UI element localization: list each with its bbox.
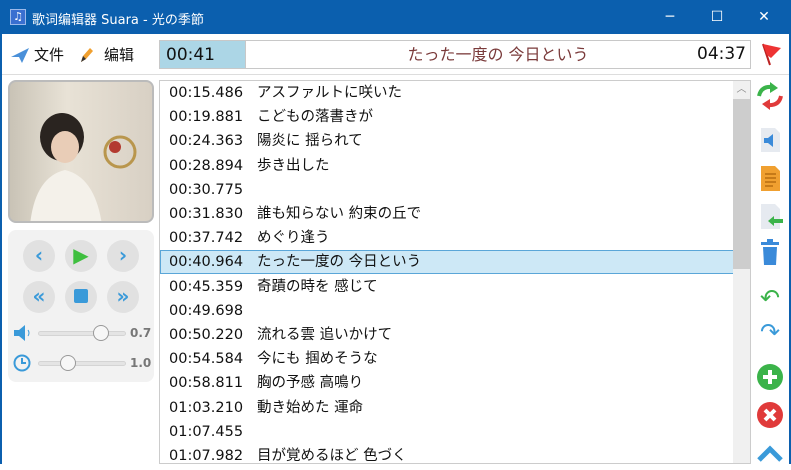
- lyric-row[interactable]: 00:45.359 奇蹟の時を 感じて: [160, 275, 734, 299]
- title-bar: ♫ 歌词编辑器 Suara - 光の季節 ─ ☐ ✕: [0, 0, 791, 34]
- delete-icon[interactable]: [756, 401, 784, 429]
- lyric-text: こどもの落書きが: [257, 109, 373, 126]
- lyric-time: 00:40.964: [169, 254, 244, 271]
- lyric-text: アスファルトに咲いた: [257, 85, 402, 101]
- lyric-time: 00:28.894: [169, 157, 244, 174]
- lyric-time: 00:30.775: [169, 181, 244, 198]
- scroll-up-icon[interactable]: ︿: [733, 81, 750, 99]
- lyric-row[interactable]: 00:19.881 こどもの落書きが: [160, 105, 734, 129]
- music-note-icon: ♫: [10, 9, 26, 25]
- close-button[interactable]: ✕: [749, 6, 779, 28]
- play-button[interactable]: ▶: [65, 240, 97, 272]
- lyric-text: たった一度の 今日という: [257, 254, 422, 271]
- scrollbar-thumb[interactable]: [733, 99, 750, 269]
- lyric-time: 00:45.359: [169, 278, 244, 295]
- add-icon[interactable]: [756, 363, 784, 391]
- lyric-row[interactable]: 00:24.363 陽炎に 揺られて: [160, 129, 734, 153]
- lyrics-list[interactable]: 01:07.982 目が覚めるほど 色づく 01:07.455 01:03.210 動き…: [159, 80, 751, 464]
- current-time: 00:41: [159, 40, 246, 69]
- lyric-time: 00:49.698: [169, 302, 244, 319]
- redo-icon[interactable]: ↷: [756, 318, 784, 346]
- lyric-row[interactable]: 00:28.894 歩き出した: [160, 154, 734, 178]
- lyric-row[interactable]: 00:49.698: [160, 299, 734, 323]
- window-title: 歌词编辑器 Suara - 光の季節: [32, 13, 204, 28]
- lyric-time: 00:19.881: [169, 109, 244, 126]
- lyric-row[interactable]: 00:15.486 アスファルトに咲いた: [160, 81, 734, 105]
- menu-file-label: 文件: [34, 46, 65, 64]
- volume-slider-knob[interactable]: [92, 325, 109, 341]
- lyric-text: 胸の予感 高鳴り: [257, 375, 364, 392]
- volume-slider[interactable]: [38, 325, 126, 341]
- toolbar-divider: [2, 74, 789, 75]
- volume-icon: [14, 325, 30, 341]
- rewind-button[interactable]: «: [23, 281, 55, 313]
- lyric-text: 動き始めた 運命: [257, 399, 364, 416]
- lyric-row[interactable]: 01:03.210 動き始めた 運命: [160, 396, 734, 420]
- lyric-time: 01:07.982: [169, 448, 244, 464]
- menu-file[interactable]: 文件: [10, 44, 64, 65]
- text-file-icon[interactable]: [756, 164, 784, 192]
- speed-slider[interactable]: [38, 355, 126, 371]
- lyric-time: 00:37.742: [169, 230, 244, 247]
- lyric-time: 00:54.584: [169, 351, 244, 368]
- lyric-text: 今にも 掴めそうな: [257, 351, 378, 368]
- lyric-text: 誰も知らない 約束の丘で: [257, 206, 422, 222]
- lyric-row[interactable]: 01:07.455: [160, 420, 734, 444]
- lyric-text: 陽炎に 揺られて: [257, 133, 363, 150]
- lyric-text: 奇蹟の時を 感じて: [257, 278, 378, 295]
- lyric-row[interactable]: 00:58.811 胸の予感 高鳴り: [160, 371, 734, 395]
- playback-controls: ‹ ▶ › « » 0.7 1.0: [8, 230, 154, 382]
- lyric-row[interactable]: 00:30.775: [160, 178, 734, 202]
- scrollbar[interactable]: ︿: [733, 81, 750, 463]
- lyric-row[interactable]: 00:50.220 流れる雲 追いかけて: [160, 323, 734, 347]
- lyric-row[interactable]: 01:07.982 目が覚めるほど 色づく: [160, 444, 734, 464]
- total-time: 04:37: [697, 44, 746, 64]
- lyric-text: 流れる雲 追いかけて: [257, 327, 393, 343]
- lyric-time: 01:03.210: [169, 399, 244, 416]
- lyric-text: めぐり逢う: [257, 230, 330, 247]
- fast-forward-button[interactable]: »: [107, 281, 139, 313]
- current-lyric: たった一度の 今日という: [407, 45, 589, 64]
- import-file-icon[interactable]: [756, 202, 784, 230]
- minimize-button[interactable]: ─: [655, 6, 685, 28]
- trash-icon[interactable]: [756, 238, 784, 266]
- stop-icon: [74, 289, 88, 303]
- lyric-row[interactable]: 00:54.584 今にも 掴めそうな: [160, 347, 734, 371]
- stop-button[interactable]: [65, 281, 97, 313]
- album-cover: [8, 80, 154, 223]
- album-art-image: [30, 113, 137, 221]
- previous-button[interactable]: ‹: [23, 240, 55, 272]
- lyric-time: 00:31.830: [169, 206, 244, 222]
- lyric-time: 00:24.363: [169, 133, 244, 150]
- lyric-row[interactable]: 00:40.964 たった一度の 今日という: [160, 250, 734, 275]
- lyric-row[interactable]: 00:37.742 めぐり逢う: [160, 226, 734, 250]
- paper-plane-icon: [11, 47, 29, 63]
- swap-arrows-icon[interactable]: [756, 82, 784, 110]
- menu-edit-label: 编辑: [104, 46, 135, 64]
- flag-icon[interactable]: [758, 41, 784, 67]
- lyric-time: 01:07.455: [169, 423, 244, 440]
- speed-value: 1.0: [130, 356, 152, 370]
- volume-value: 0.7: [130, 326, 152, 340]
- lyric-time: 00:15.486: [169, 85, 244, 101]
- pencil-icon: [81, 47, 93, 62]
- next-button[interactable]: ›: [107, 240, 139, 272]
- lyric-time: 00:58.811: [169, 375, 244, 392]
- clock-icon: [13, 354, 31, 372]
- current-lyric-display: たった一度の 今日という 04:37: [245, 40, 751, 69]
- undo-icon[interactable]: ↶: [756, 284, 784, 312]
- maximize-button[interactable]: ☐: [702, 6, 732, 28]
- lyric-row[interactable]: 00:31.830 誰も知らない 約束の丘で: [160, 202, 734, 226]
- menu-edit[interactable]: 编辑: [78, 44, 134, 65]
- lyric-text: 歩き出した: [257, 157, 330, 174]
- lyric-time: 00:50.220: [169, 327, 244, 343]
- audio-file-icon[interactable]: [756, 126, 784, 154]
- lyric-text: 目が覚めるほど 色づく: [257, 448, 407, 464]
- speed-slider-knob[interactable]: [60, 355, 77, 371]
